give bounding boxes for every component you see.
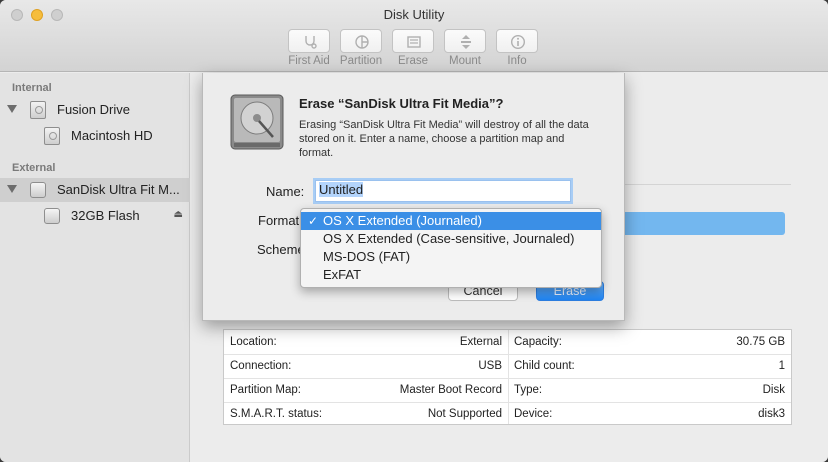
format-label: Format: [258, 213, 300, 228]
eject-icon[interactable]: ⏏: [174, 209, 183, 220]
mount-tool[interactable]: [444, 29, 486, 53]
partition-tool[interactable]: [340, 29, 382, 53]
sidebar-item-label: Fusion Drive: [57, 102, 130, 117]
info-key: Partition Map:: [230, 384, 301, 396]
menu-item-label: ExFAT: [323, 267, 362, 282]
sidebar: Internal Fusion Drive Macintosh HD Exter…: [0, 73, 190, 462]
info-key: Type:: [514, 384, 543, 396]
menu-item-os-x-extended-case-sensitive[interactable]: OS X Extended (Case-sensitive, Journaled…: [301, 230, 601, 248]
info-key: Capacity:: [514, 336, 562, 348]
mount-button[interactable]: Mount: [435, 29, 495, 71]
info-value: External: [459, 336, 502, 348]
partition-label: Partition: [339, 55, 383, 67]
first-aid-label: First Aid: [288, 55, 330, 67]
info-value: 30.75 GB: [736, 336, 785, 348]
usb-volume-icon: [44, 208, 60, 224]
erase-label: Erase: [397, 55, 429, 67]
info-button[interactable]: Info: [487, 29, 547, 71]
info-value: 1: [778, 360, 785, 372]
sheet-title: Erase “SanDisk Ultra Fit Media”?: [299, 96, 504, 111]
mount-icon: [461, 35, 471, 49]
format-dropdown-menu: ✓ OS X Extended (Journaled) OS X Extende…: [300, 208, 602, 288]
sheet-description: Erasing “SanDisk Ultra Fit Media” will d…: [299, 119, 589, 159]
first-aid-tool[interactable]: [288, 29, 330, 53]
external-section-header: External: [12, 162, 56, 174]
hard-disk-icon: [30, 101, 46, 119]
first-aid-button[interactable]: First Aid: [279, 29, 339, 71]
hard-drive-icon: [230, 94, 284, 150]
titlebar: Disk Utility First Aid Partition Erase M…: [0, 0, 828, 72]
info-row-location: Location: External: [224, 330, 508, 354]
sidebar-item-macintosh-hd[interactable]: Macintosh HD: [0, 124, 190, 148]
info-icon: [510, 34, 526, 50]
info-row-child-count: Child count: 1: [508, 354, 791, 378]
info-row-smart-status: S.M.A.R.T. status: Not Supported: [224, 402, 508, 426]
info-value: disk3: [758, 408, 785, 420]
sidebar-item-label: Macintosh HD: [71, 128, 153, 143]
info-row-device: Device: disk3: [508, 402, 791, 426]
scheme-label: Scheme: [257, 242, 305, 257]
info-value: Disk: [762, 384, 785, 396]
name-field[interactable]: Untitled: [315, 180, 571, 202]
checkmark-icon: ✓: [308, 214, 319, 228]
erase-button[interactable]: Erase: [383, 29, 443, 71]
info-label: Info: [507, 55, 527, 67]
info-row-capacity: Capacity: 30.75 GB: [508, 330, 791, 354]
menu-item-label: OS X Extended (Case-sensitive, Journaled…: [323, 231, 575, 246]
usage-bar: [605, 212, 785, 235]
menu-item-os-x-extended-journaled[interactable]: ✓ OS X Extended (Journaled): [301, 212, 601, 230]
info-row-partition-map: Partition Map: Master Boot Record: [224, 378, 508, 402]
menu-item-label: OS X Extended (Journaled): [323, 213, 482, 228]
sidebar-item-label: SanDisk Ultra Fit M...: [57, 182, 180, 197]
erase-disk-icon: [407, 36, 421, 48]
info-value: USB: [478, 360, 502, 372]
menu-item-label: MS-DOS (FAT): [323, 249, 411, 264]
erase-tool[interactable]: [392, 29, 434, 53]
window-title: Disk Utility: [383, 7, 445, 22]
info-key: Location:: [230, 336, 277, 348]
info-key: S.M.A.R.T. status:: [230, 408, 323, 420]
info-row-type: Type: Disk: [508, 378, 791, 402]
info-key: Connection:: [230, 360, 292, 372]
mount-label: Mount: [449, 55, 481, 67]
internal-section-header: Internal: [12, 82, 52, 94]
disclosure-triangle-icon[interactable]: [7, 185, 17, 193]
usb-drive-icon: [30, 182, 46, 198]
volume-icon: [44, 127, 60, 145]
info-key: Child count:: [514, 360, 575, 372]
partition-button[interactable]: Partition: [331, 29, 391, 71]
menu-item-exfat[interactable]: ExFAT: [301, 266, 601, 284]
info-value: Not Supported: [427, 408, 502, 420]
sidebar-item-32gb-flash[interactable]: 32GB Flash ⏏: [0, 204, 190, 228]
name-field-value: Untitled: [319, 182, 364, 197]
sidebar-item-fusion-drive[interactable]: Fusion Drive: [0, 98, 190, 122]
menu-item-ms-dos-fat[interactable]: MS-DOS (FAT): [301, 248, 601, 266]
info-value: Master Boot Record: [399, 384, 502, 396]
name-label: Name:: [266, 184, 305, 199]
sidebar-item-label: 32GB Flash: [71, 208, 140, 223]
disclosure-triangle-icon[interactable]: [7, 105, 17, 113]
info-key: Device:: [514, 408, 553, 420]
pie-partition-icon: [355, 35, 369, 49]
stethoscope-icon: [305, 36, 317, 49]
info-tool[interactable]: [496, 29, 538, 53]
divider: [624, 184, 791, 185]
sidebar-item-sandisk[interactable]: SanDisk Ultra Fit M...: [0, 178, 190, 202]
info-table: Location: External Connection: USB Parti…: [223, 329, 792, 425]
info-row-connection: Connection: USB: [224, 354, 508, 378]
disk-utility-window: Disk Utility First Aid Partition Erase M…: [0, 0, 828, 462]
